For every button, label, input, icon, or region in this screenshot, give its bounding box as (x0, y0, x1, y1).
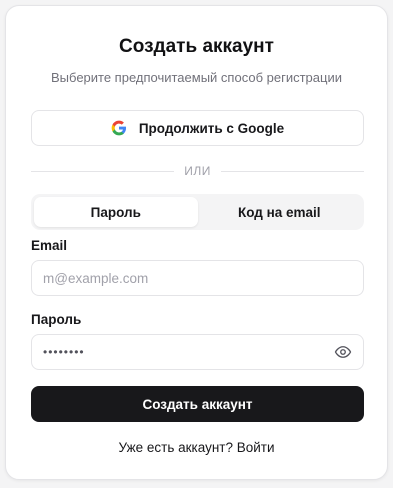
login-link[interactable]: Войти (237, 440, 275, 455)
auth-method-tabs: Пароль Код на email (31, 194, 364, 230)
google-icon (111, 120, 126, 136)
tab-password[interactable]: Пароль (34, 197, 198, 227)
continue-with-google-button[interactable]: Продолжить с Google (31, 110, 364, 146)
divider-line-right (220, 170, 364, 172)
create-account-button[interactable]: Создать аккаунт (31, 386, 364, 422)
email-field-wrapper (31, 260, 364, 296)
google-button-label: Продолжить с Google (138, 120, 285, 136)
email-label: Email (31, 238, 68, 253)
tab-email-code[interactable]: Код на email (198, 197, 362, 227)
signup-card: Создать аккаунт Выберите предпочитаемый … (5, 5, 388, 480)
password-field[interactable]: •••••••• (31, 334, 364, 370)
login-prompt: Уже есть аккаунт? Войти (6, 440, 387, 455)
password-value: •••••••• (43, 345, 85, 359)
or-divider: ИЛИ (31, 163, 364, 179)
page-subtitle: Выберите предпочитаемый способ регистрац… (51, 70, 342, 85)
login-prompt-text: Уже есть аккаунт? (118, 440, 233, 455)
email-field[interactable] (43, 270, 352, 286)
page-title: Создать аккаунт (119, 36, 274, 57)
divider-text: ИЛИ (184, 164, 211, 178)
eye-icon[interactable] (334, 343, 352, 361)
password-label: Пароль (31, 312, 82, 327)
divider-line-left (31, 170, 175, 172)
